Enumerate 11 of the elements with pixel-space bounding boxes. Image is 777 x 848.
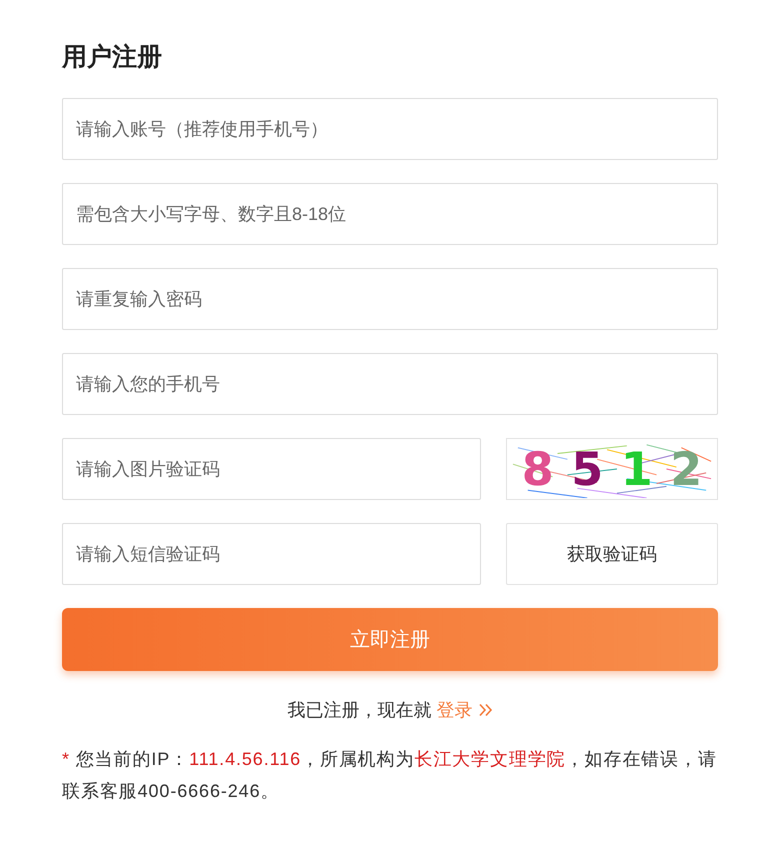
double-chevron-icon xyxy=(478,703,492,717)
input-field[interactable]: 需包含大小写字母、数字且8-18位 xyxy=(62,183,718,245)
ip-notice: * 您当前的IP：111.4.56.116，所属机构为长江大学文理学院，如存在错误，请联系客服400-6666-246。 xyxy=(62,748,718,803)
form-title: 用户注册 xyxy=(62,42,163,73)
input-field[interactable]: 请输入账号（推荐使用手机号） xyxy=(62,98,718,160)
input-field[interactable]: 请输入图片验证码 xyxy=(62,438,481,500)
login-prompt: 我已注册，现在就 登录 xyxy=(62,695,718,725)
input-field[interactable]: 请输入您的手机号 xyxy=(62,353,718,415)
input-field[interactable]: 请重复输入密码 xyxy=(62,268,718,330)
input-field[interactable]: 请输入短信验证码 xyxy=(62,523,481,585)
get-code-button[interactable]: 获取验证码 xyxy=(506,523,718,585)
